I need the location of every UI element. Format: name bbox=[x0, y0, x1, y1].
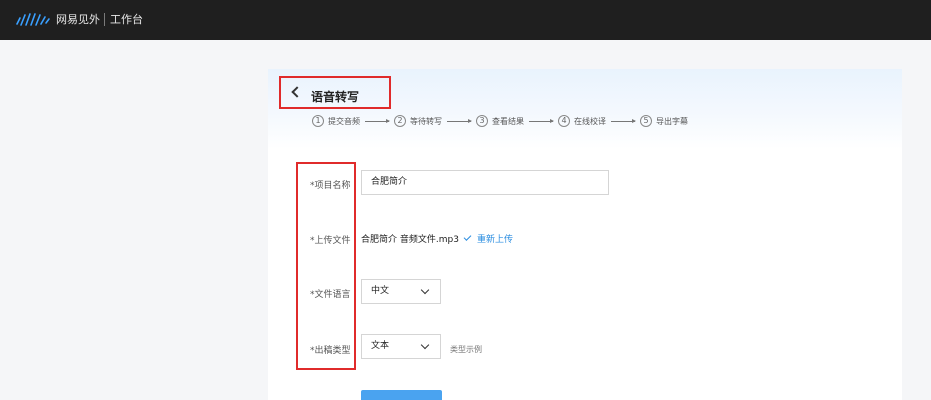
language-select[interactable]: 中文 bbox=[361, 279, 441, 304]
step-label: 导出字幕 bbox=[656, 116, 688, 126]
step-item: 4 在线校译 bbox=[558, 115, 606, 127]
upload-file-row: 合肥简介 音频文件.mp3 重新上传 bbox=[361, 232, 513, 245]
uploaded-file-name: 合肥简介 音频文件.mp3 bbox=[361, 234, 459, 245]
step-progress: 1 提交音频 2 等待转写 3 查看结果 4 在线校译 5 导出字幕 bbox=[312, 114, 688, 128]
output-type-label: *出稿类型 bbox=[310, 346, 351, 356]
output-type-select-value: 文本 bbox=[371, 341, 390, 351]
language-select-value: 中文 bbox=[371, 286, 390, 296]
step-number: 2 bbox=[394, 115, 406, 127]
project-name-label: *项目名称 bbox=[310, 181, 351, 191]
step-number: 1 bbox=[312, 115, 324, 127]
step-number: 4 bbox=[558, 115, 570, 127]
step-label: 提交音频 bbox=[328, 116, 360, 126]
top-bar: 网易见外 工作台 bbox=[0, 0, 931, 40]
submit-button[interactable] bbox=[361, 390, 442, 400]
step-label: 查看结果 bbox=[492, 116, 524, 126]
step-arrow-icon bbox=[447, 118, 472, 123]
brand-name[interactable]: 网易见外 bbox=[56, 11, 100, 27]
step-number: 5 bbox=[640, 115, 652, 127]
chevron-down-icon bbox=[420, 285, 430, 295]
highlight-box-labels bbox=[296, 162, 356, 370]
file-language-label: *文件语言 bbox=[310, 290, 351, 300]
step-item: 1 提交音频 bbox=[312, 115, 360, 127]
step-arrow-icon bbox=[365, 118, 390, 123]
logo-icon bbox=[16, 13, 50, 26]
workspace-link[interactable]: 工作台 bbox=[110, 11, 143, 27]
project-name-input[interactable]: 合肥简介 bbox=[361, 170, 609, 195]
type-example-link[interactable]: 类型示例 bbox=[450, 344, 482, 355]
header-divider bbox=[104, 13, 105, 26]
step-arrow-icon bbox=[529, 118, 554, 123]
step-label: 等待转写 bbox=[410, 116, 442, 126]
output-type-select[interactable]: 文本 bbox=[361, 334, 441, 359]
check-icon bbox=[463, 232, 472, 241]
step-arrow-icon bbox=[611, 118, 636, 123]
reupload-link[interactable]: 重新上传 bbox=[477, 232, 513, 245]
upload-file-label: *上传文件 bbox=[310, 236, 351, 246]
chevron-down-icon bbox=[420, 340, 430, 350]
step-item: 2 等待转写 bbox=[394, 115, 442, 127]
page-title[interactable]: 语音转写 bbox=[311, 88, 359, 105]
step-item: 5 导出字幕 bbox=[640, 115, 688, 127]
step-label: 在线校译 bbox=[574, 116, 606, 126]
step-number: 3 bbox=[476, 115, 488, 127]
step-item: 3 查看结果 bbox=[476, 115, 524, 127]
